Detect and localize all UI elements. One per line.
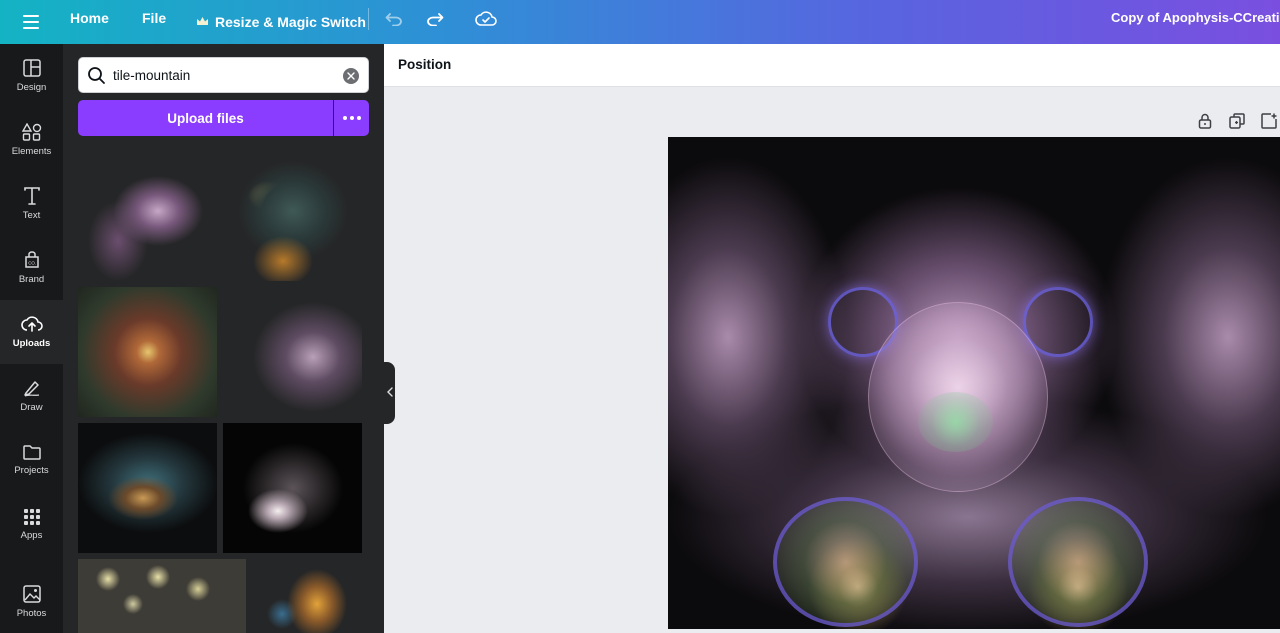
add-page-icon[interactable]	[1260, 112, 1278, 130]
rail-item-text[interactable]: Text	[0, 172, 63, 236]
toolbar-divider	[368, 8, 369, 30]
uploads-panel: Upload files	[63, 44, 384, 633]
rail-item-elements[interactable]: Elements	[0, 108, 63, 172]
rail-item-projects[interactable]: Projects	[0, 428, 63, 492]
duplicate-page-icon[interactable]	[1228, 112, 1246, 130]
upload-thumbnail[interactable]	[252, 559, 362, 633]
search-input[interactable]	[113, 58, 333, 92]
image-icon	[22, 585, 41, 603]
upload-files-button[interactable]: Upload files	[78, 100, 333, 136]
resize-magic-switch-button[interactable]: Resize & Magic Switch	[196, 0, 366, 44]
cloud-upload-icon	[20, 315, 43, 333]
crown-icon	[196, 4, 209, 40]
rail-item-label: Text	[22, 210, 41, 221]
rail-item-draw[interactable]: Draw	[0, 364, 63, 428]
upload-thumbnail[interactable]	[78, 287, 217, 417]
upload-thumbnail[interactable]	[223, 151, 362, 281]
folder-icon	[22, 444, 41, 460]
file-menu-button[interactable]: File	[142, 0, 166, 44]
rail-item-label: Brand	[18, 274, 45, 285]
home-button[interactable]: Home	[70, 0, 109, 44]
rail-item-photos[interactable]: Photos	[0, 570, 63, 633]
canvas-orb	[1008, 497, 1148, 627]
clear-search-icon[interactable]	[343, 68, 359, 84]
upload-thumbnail[interactable]	[223, 423, 362, 553]
text-icon	[23, 187, 40, 205]
upload-thumbnail[interactable]	[78, 423, 217, 553]
svg-text:CO.: CO.	[28, 261, 36, 266]
upload-thumbnail[interactable]	[78, 151, 217, 281]
lock-icon[interactable]	[1196, 112, 1214, 130]
rail-item-label: Design	[16, 82, 47, 93]
rail-item-label: Apps	[20, 530, 43, 541]
rail-item-label: Photos	[16, 608, 47, 619]
pen-icon	[23, 379, 41, 397]
rail-item-apps[interactable]: Apps	[0, 493, 63, 557]
apps-grid-icon	[23, 509, 40, 525]
search-icon	[87, 66, 106, 90]
upload-thumbnail[interactable]	[78, 559, 246, 633]
redo-icon[interactable]	[423, 7, 447, 31]
more-options-button[interactable]	[334, 100, 369, 136]
rail-item-design[interactable]: Design	[0, 44, 63, 108]
design-canvas[interactable]	[668, 137, 1280, 629]
context-toolbar: Position	[384, 44, 1280, 87]
canvas-orb	[773, 497, 918, 627]
upload-thumbnail[interactable]	[223, 287, 362, 417]
rail-item-label: Projects	[14, 465, 49, 476]
shapes-icon	[21, 123, 42, 141]
canvas-glow	[918, 392, 993, 452]
position-button[interactable]: Position	[398, 44, 451, 86]
rail-item-label: Elements	[11, 146, 52, 157]
menu-icon[interactable]	[18, 9, 44, 35]
rail-item-uploads[interactable]: Uploads	[0, 300, 63, 364]
layout-icon	[22, 59, 41, 77]
undo-icon[interactable]	[382, 7, 406, 31]
top-bar: Home File Resize & Magic Switch Copy of …	[0, 0, 1280, 44]
collapse-panel-handle[interactable]	[384, 362, 395, 424]
cloud-saved-icon[interactable]	[474, 7, 498, 31]
search-box[interactable]	[78, 57, 369, 93]
rail-item-label: Uploads	[12, 338, 51, 349]
document-title[interactable]: Copy of Apophysis-CCreatic	[1111, 0, 1280, 36]
rail-item-label: Draw	[20, 402, 43, 413]
brand-icon: CO.	[23, 251, 41, 269]
rail-item-brand[interactable]: CO. Brand	[0, 236, 63, 300]
left-rail: Design Elements Text CO. Brand Uploads D…	[0, 44, 63, 633]
resize-label: Resize & Magic Switch	[215, 14, 366, 30]
chevron-left-icon	[386, 384, 393, 402]
